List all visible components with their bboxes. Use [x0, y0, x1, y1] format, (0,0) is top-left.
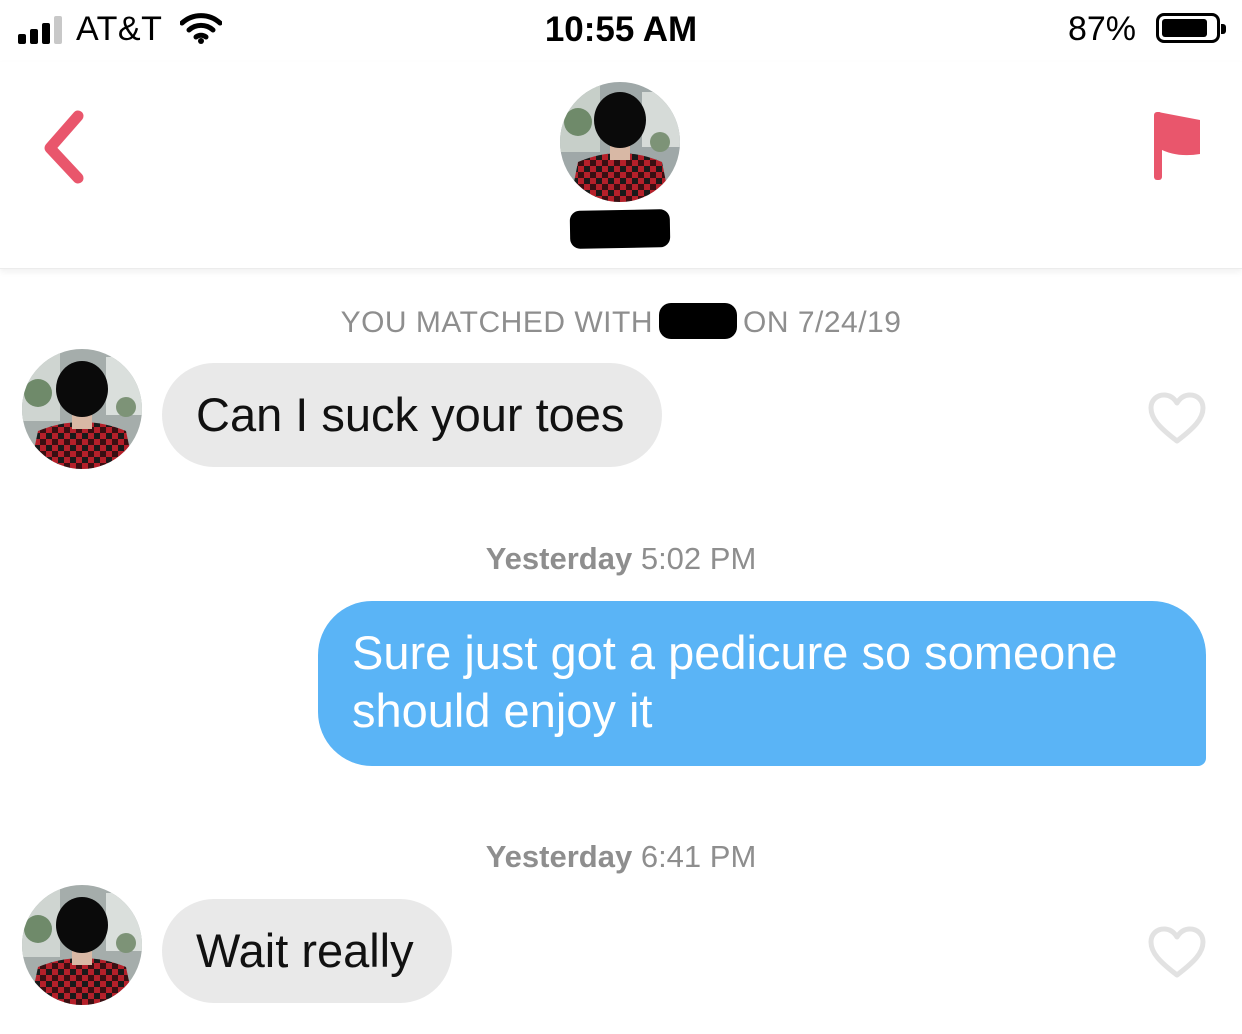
- timestamp-day: Yesterday: [485, 839, 633, 874]
- status-bar: AT&T 10:55 AM 87%: [0, 0, 1242, 62]
- back-button[interactable]: [34, 106, 94, 186]
- timestamp-time: 6:41 PM: [640, 839, 757, 874]
- match-notice: YOU MATCHED WITH ON 7/24/19: [0, 303, 1242, 342]
- status-time: 10:55 AM: [544, 10, 698, 49]
- battery-level-fill: [1162, 19, 1207, 37]
- match-notice-prefix: YOU MATCHED WITH: [340, 306, 653, 339]
- heart-icon: [1148, 926, 1206, 978]
- flag-icon: [1154, 112, 1200, 180]
- message-text-line: Sure just got a pedicure so someone: [352, 626, 1118, 679]
- message-text: Wait really: [196, 924, 414, 977]
- timestamp-time: 5:02 PM: [640, 541, 757, 576]
- redacted-name-inline: [659, 303, 737, 340]
- battery-icon: [1156, 13, 1226, 43]
- match-avatar[interactable]: [560, 82, 680, 202]
- like-message-button[interactable]: [1146, 390, 1208, 446]
- battery-percentage: 87%: [1067, 10, 1136, 48]
- message-text: Can I suck your toes: [196, 388, 625, 441]
- message-timestamp: Yesterday 6:41 PM: [0, 839, 1242, 875]
- match-notice-date: ON 7/24/19: [743, 306, 902, 339]
- profile-photo: [22, 349, 142, 469]
- conversation-header: [0, 62, 1242, 269]
- heart-icon: [1148, 392, 1206, 444]
- report-button[interactable]: [1146, 108, 1206, 184]
- message-bubble-incoming[interactable]: Wait really: [162, 899, 452, 1003]
- sender-avatar[interactable]: [22, 885, 142, 1005]
- timestamp-day: Yesterday: [485, 541, 633, 576]
- redacted-name: [569, 209, 671, 249]
- profile-photo: [560, 82, 680, 202]
- battery-nub: [1221, 24, 1226, 34]
- message-bubble-incoming[interactable]: Can I suck your toes: [162, 363, 663, 467]
- like-message-button[interactable]: [1146, 924, 1208, 980]
- message-timestamp: Yesterday 5:02 PM: [0, 541, 1242, 577]
- chevron-left-icon: [44, 110, 84, 184]
- message-bubble-outgoing[interactable]: Sure just got a pedicure so someone shou…: [318, 601, 1206, 766]
- message-text-line: should enjoy it: [352, 684, 653, 737]
- profile-photo: [22, 885, 142, 1005]
- sender-avatar[interactable]: [22, 349, 142, 469]
